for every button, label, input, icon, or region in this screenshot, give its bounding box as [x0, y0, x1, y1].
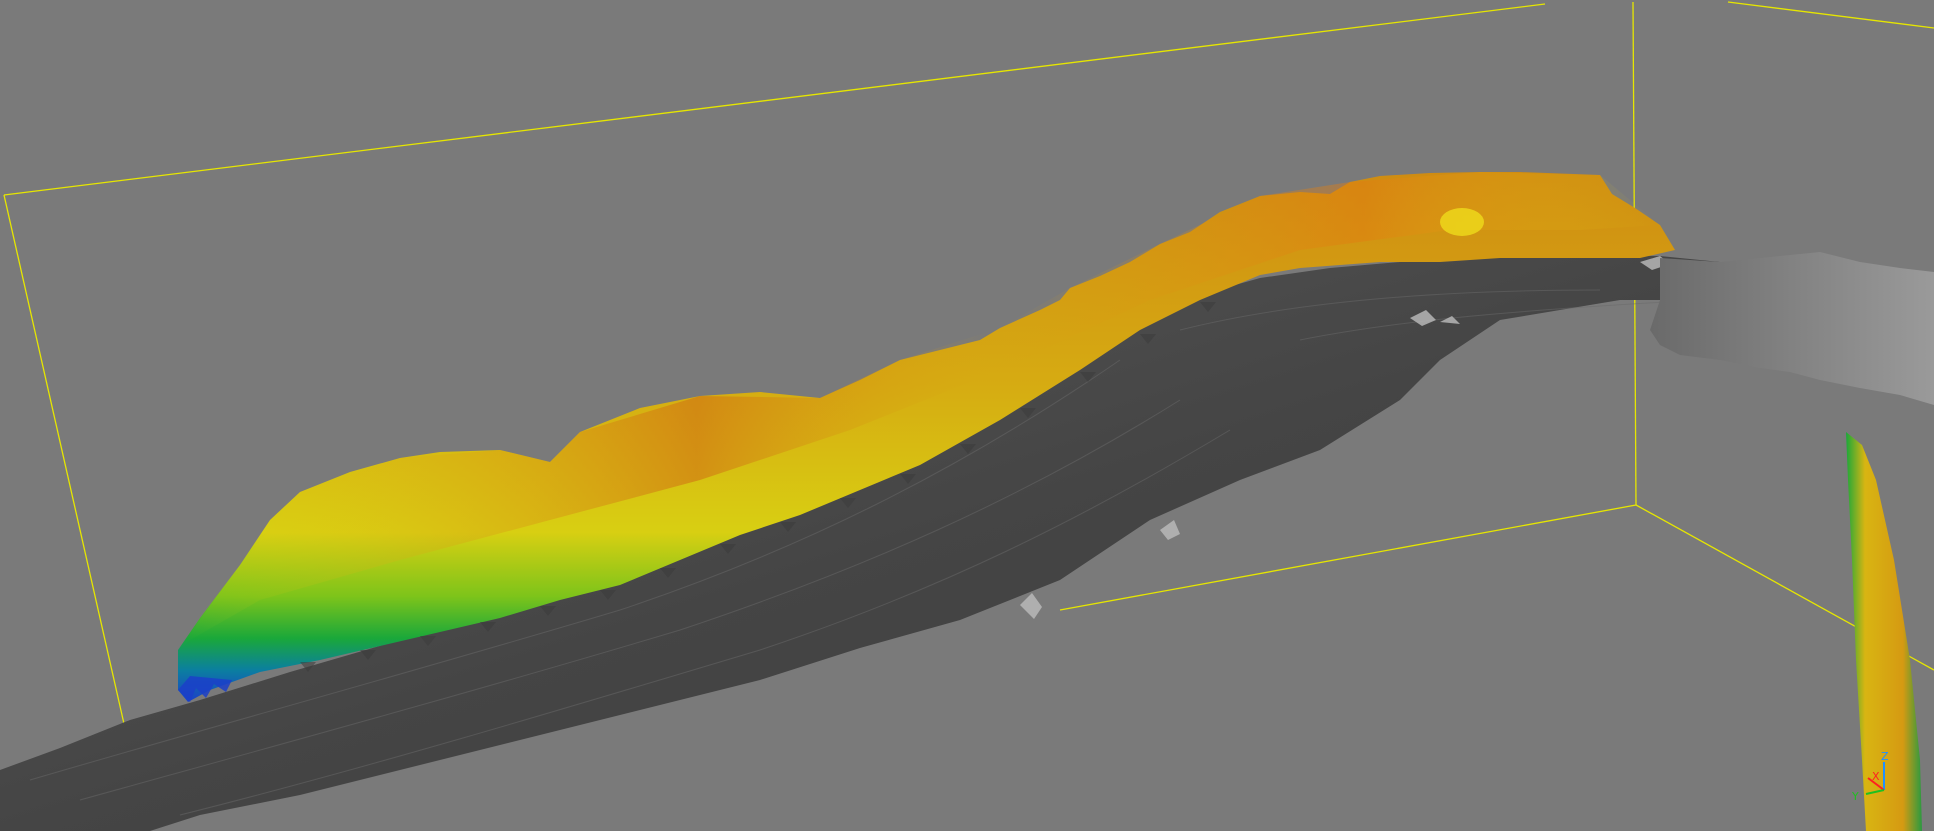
- 3d-scene[interactable]: Z X Y: [0, 0, 1934, 831]
- axis-z-label: Z: [1881, 750, 1889, 763]
- 3d-viewport[interactable]: Z X Y: [0, 0, 1934, 831]
- axis-y-label: Y: [1851, 790, 1859, 803]
- terrain-wall-highlight: [1440, 208, 1484, 236]
- axis-x-label: X: [1872, 770, 1880, 783]
